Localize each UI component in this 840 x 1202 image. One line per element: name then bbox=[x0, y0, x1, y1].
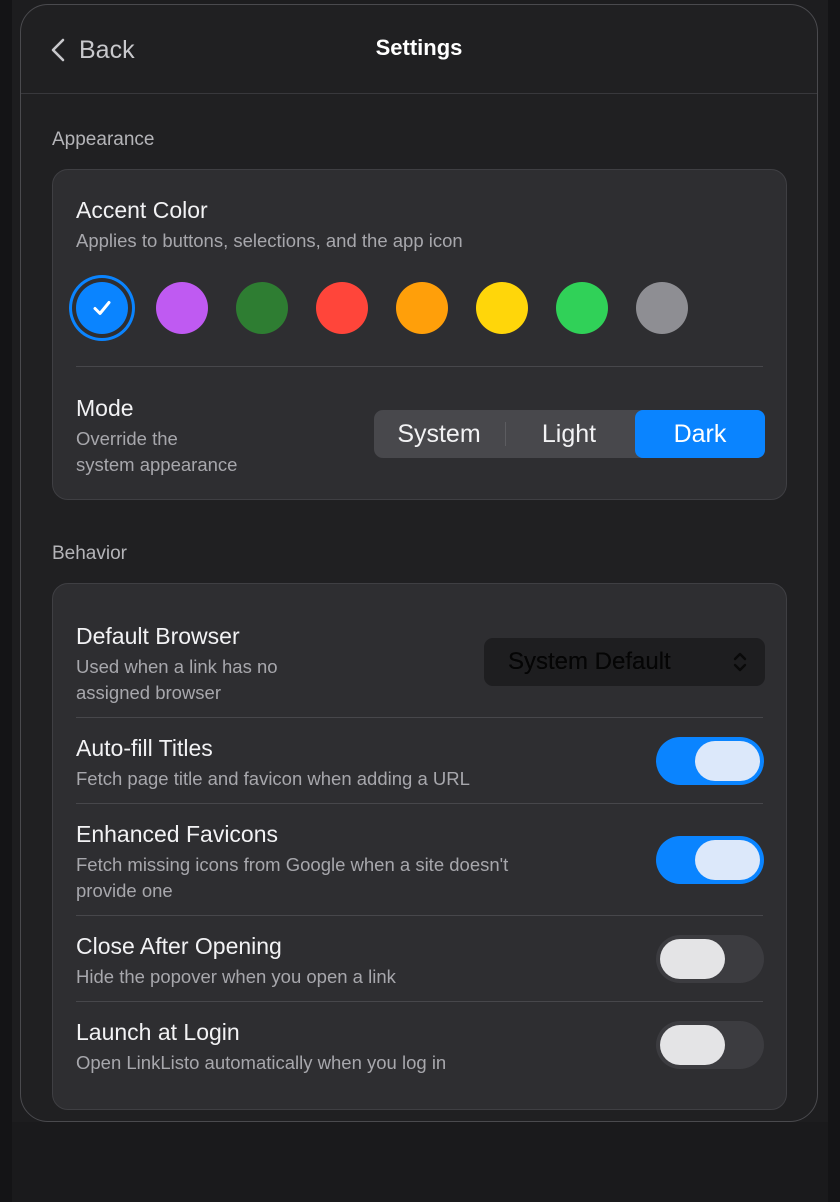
accent-color-title: Accent Color bbox=[76, 197, 208, 223]
behavior-section-label: Behavior bbox=[52, 543, 127, 564]
close-after-opening-description: Hide the popover when you open a link bbox=[76, 966, 396, 987]
accent-swatch-purple[interactable] bbox=[156, 282, 208, 334]
mode-title: Mode bbox=[76, 395, 134, 421]
enhanced-favicons-description-line2: provide one bbox=[76, 880, 173, 901]
mode-option-light[interactable]: Light bbox=[504, 410, 634, 458]
mode-segmented-control: System Light Dark bbox=[374, 410, 765, 458]
default-browser-title: Default Browser bbox=[76, 623, 240, 649]
autofill-titles-title: Auto-fill Titles bbox=[76, 735, 213, 761]
divider bbox=[76, 915, 763, 916]
autofill-titles-description: Fetch page title and favicon when adding… bbox=[76, 768, 470, 789]
page-title: Settings bbox=[375, 35, 463, 60]
mode-option-system[interactable]: System bbox=[374, 410, 504, 458]
accent-swatch-dark-green[interactable] bbox=[236, 282, 288, 334]
default-browser-description-line1: Used when a link has no bbox=[76, 656, 278, 677]
mode-description-line2: system appearance bbox=[76, 454, 238, 475]
chevron-up-down-icon bbox=[732, 651, 748, 678]
background-below-window bbox=[12, 1122, 828, 1202]
background-edge-right bbox=[828, 0, 840, 1202]
close-after-opening-toggle[interactable] bbox=[656, 935, 764, 983]
accent-swatch-yellow[interactable] bbox=[476, 282, 528, 334]
accent-swatch-green[interactable] bbox=[556, 282, 608, 334]
mode-option-dark[interactable]: Dark bbox=[635, 410, 765, 458]
behavior-card: Default Browser Used when a link has no … bbox=[52, 583, 787, 1110]
accent-swatch-gray[interactable] bbox=[636, 282, 688, 334]
accent-color-description: Applies to buttons, selections, and the … bbox=[76, 230, 463, 251]
divider bbox=[76, 803, 763, 804]
divider bbox=[76, 1001, 763, 1002]
accent-swatch-red[interactable] bbox=[316, 282, 368, 334]
default-browser-value: System Default bbox=[508, 648, 671, 675]
background-edge-left bbox=[0, 0, 12, 1202]
default-browser-description-line2: assigned browser bbox=[76, 682, 221, 703]
enhanced-favicons-title: Enhanced Favicons bbox=[76, 821, 279, 847]
appearance-section-label: Appearance bbox=[52, 129, 155, 150]
settings-window: Back Settings Appearance Accent Color Ap… bbox=[20, 4, 818, 1122]
toggle-knob bbox=[660, 1025, 725, 1065]
autofill-titles-toggle[interactable] bbox=[656, 737, 764, 785]
divider bbox=[76, 717, 763, 718]
appearance-card: Accent Color Applies to buttons, selecti… bbox=[52, 169, 787, 500]
toggle-knob bbox=[660, 939, 725, 979]
launch-at-login-title: Launch at Login bbox=[76, 1019, 240, 1045]
enhanced-favicons-description-line1: Fetch missing icons from Google when a s… bbox=[76, 854, 509, 875]
toggle-knob bbox=[695, 741, 760, 781]
toggle-knob bbox=[695, 840, 760, 880]
mode-description-line1: Override the bbox=[76, 428, 178, 449]
header-bar: Back Settings bbox=[21, 5, 817, 94]
accent-swatch-blue[interactable] bbox=[76, 282, 128, 334]
launch-at-login-description: Open LinkListo automatically when you lo… bbox=[76, 1052, 447, 1073]
default-browser-popup[interactable]: System Default bbox=[484, 638, 765, 686]
close-after-opening-title: Close After Opening bbox=[76, 933, 282, 959]
divider bbox=[76, 366, 763, 367]
launch-at-login-toggle[interactable] bbox=[656, 1021, 764, 1069]
accent-swatch-orange[interactable] bbox=[396, 282, 448, 334]
enhanced-favicons-toggle[interactable] bbox=[656, 836, 764, 884]
